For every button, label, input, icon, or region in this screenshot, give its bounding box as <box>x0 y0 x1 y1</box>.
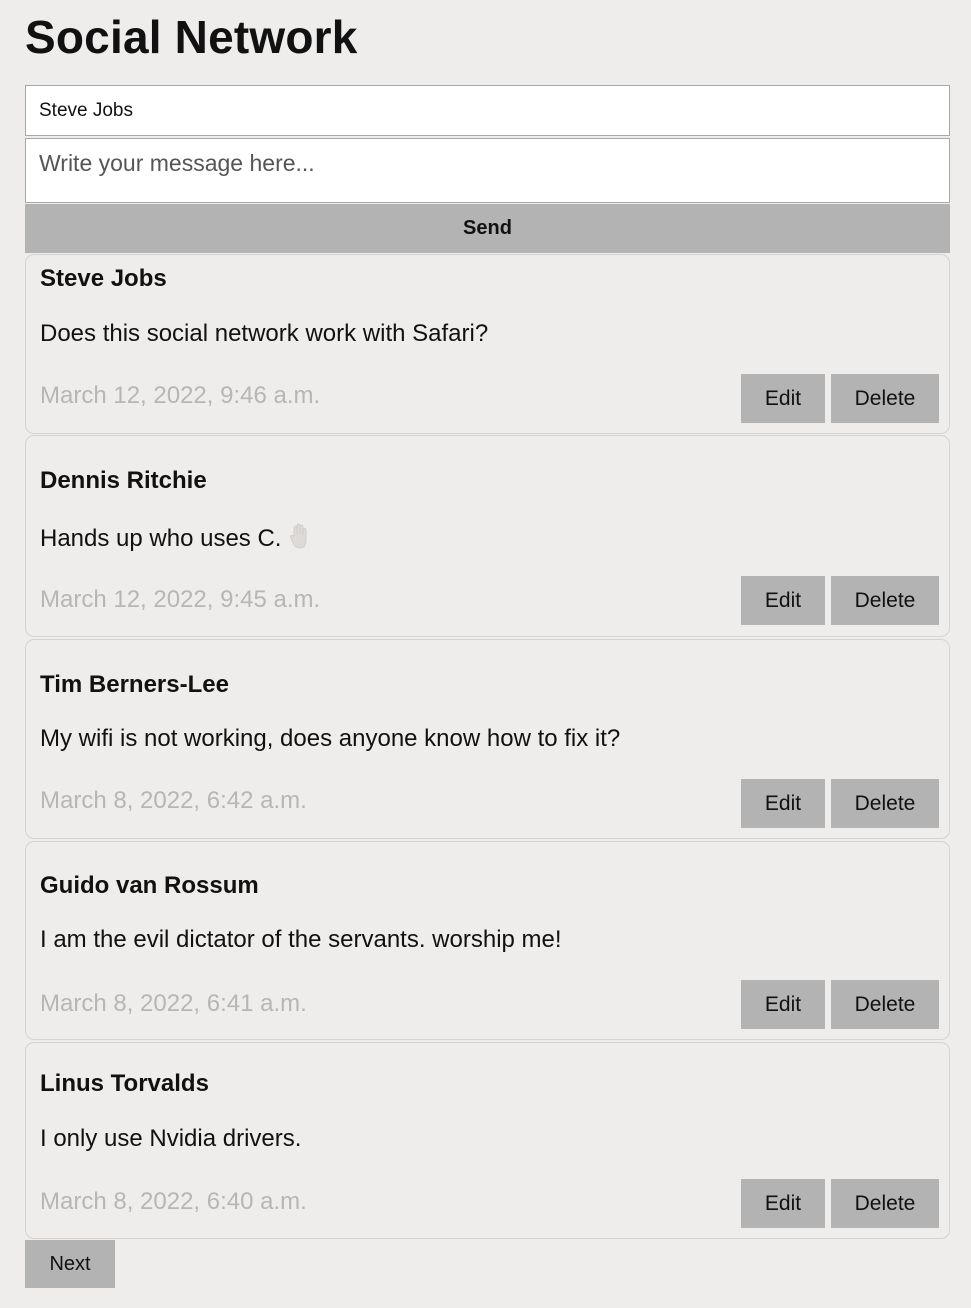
delete-button[interactable]: Delete <box>831 779 939 828</box>
message-input[interactable] <box>25 138 950 203</box>
post-author: Tim Berners-Lee <box>40 671 229 698</box>
post-text: I only use Nvidia drivers. <box>40 1125 302 1152</box>
post-card: Guido van Rossum I am the evil dictator … <box>25 841 950 1040</box>
post-date: March 12, 2022, 9:46 a.m. <box>40 382 321 409</box>
post-author: Guido van Rossum <box>40 872 259 899</box>
post-author: Steve Jobs <box>40 265 167 292</box>
send-button[interactable]: Send <box>25 204 950 253</box>
page-title: Social Network <box>25 11 358 63</box>
post-card: Tim Berners-Lee My wifi is not working, … <box>25 639 950 839</box>
post-text: My wifi is not working, does anyone know… <box>40 725 621 752</box>
edit-button[interactable]: Edit <box>741 374 825 423</box>
post-text: I am the evil dictator of the servants. … <box>40 926 562 953</box>
edit-button[interactable]: Edit <box>741 980 825 1029</box>
post-text: Does this social network work with Safar… <box>40 320 489 347</box>
post-date: March 8, 2022, 6:42 a.m. <box>40 787 307 814</box>
raised-hand-icon <box>289 523 309 556</box>
delete-button[interactable]: Delete <box>831 1179 939 1228</box>
post-text-content: Hands up who uses C. <box>40 525 282 552</box>
delete-button[interactable]: Delete <box>831 374 939 423</box>
next-page-button[interactable]: Next <box>25 1240 115 1288</box>
edit-button[interactable]: Edit <box>741 779 825 828</box>
post-author: Linus Torvalds <box>40 1070 209 1097</box>
post-author: Dennis Ritchie <box>40 467 207 494</box>
post-text: Hands up who uses C. <box>40 523 309 556</box>
author-name-input[interactable] <box>25 85 950 136</box>
edit-button[interactable]: Edit <box>741 576 825 625</box>
post-card: Dennis Ritchie Hands up who uses C. Marc… <box>25 435 950 637</box>
delete-button[interactable]: Delete <box>831 980 939 1029</box>
post-date: March 8, 2022, 6:40 a.m. <box>40 1188 307 1215</box>
delete-button[interactable]: Delete <box>831 576 939 625</box>
post-date: March 8, 2022, 6:41 a.m. <box>40 990 307 1017</box>
post-card: Steve Jobs Does this social network work… <box>25 254 950 434</box>
post-card: Linus Torvalds I only use Nvidia drivers… <box>25 1042 950 1239</box>
edit-button[interactable]: Edit <box>741 1179 825 1228</box>
post-date: March 12, 2022, 9:45 a.m. <box>40 586 321 613</box>
